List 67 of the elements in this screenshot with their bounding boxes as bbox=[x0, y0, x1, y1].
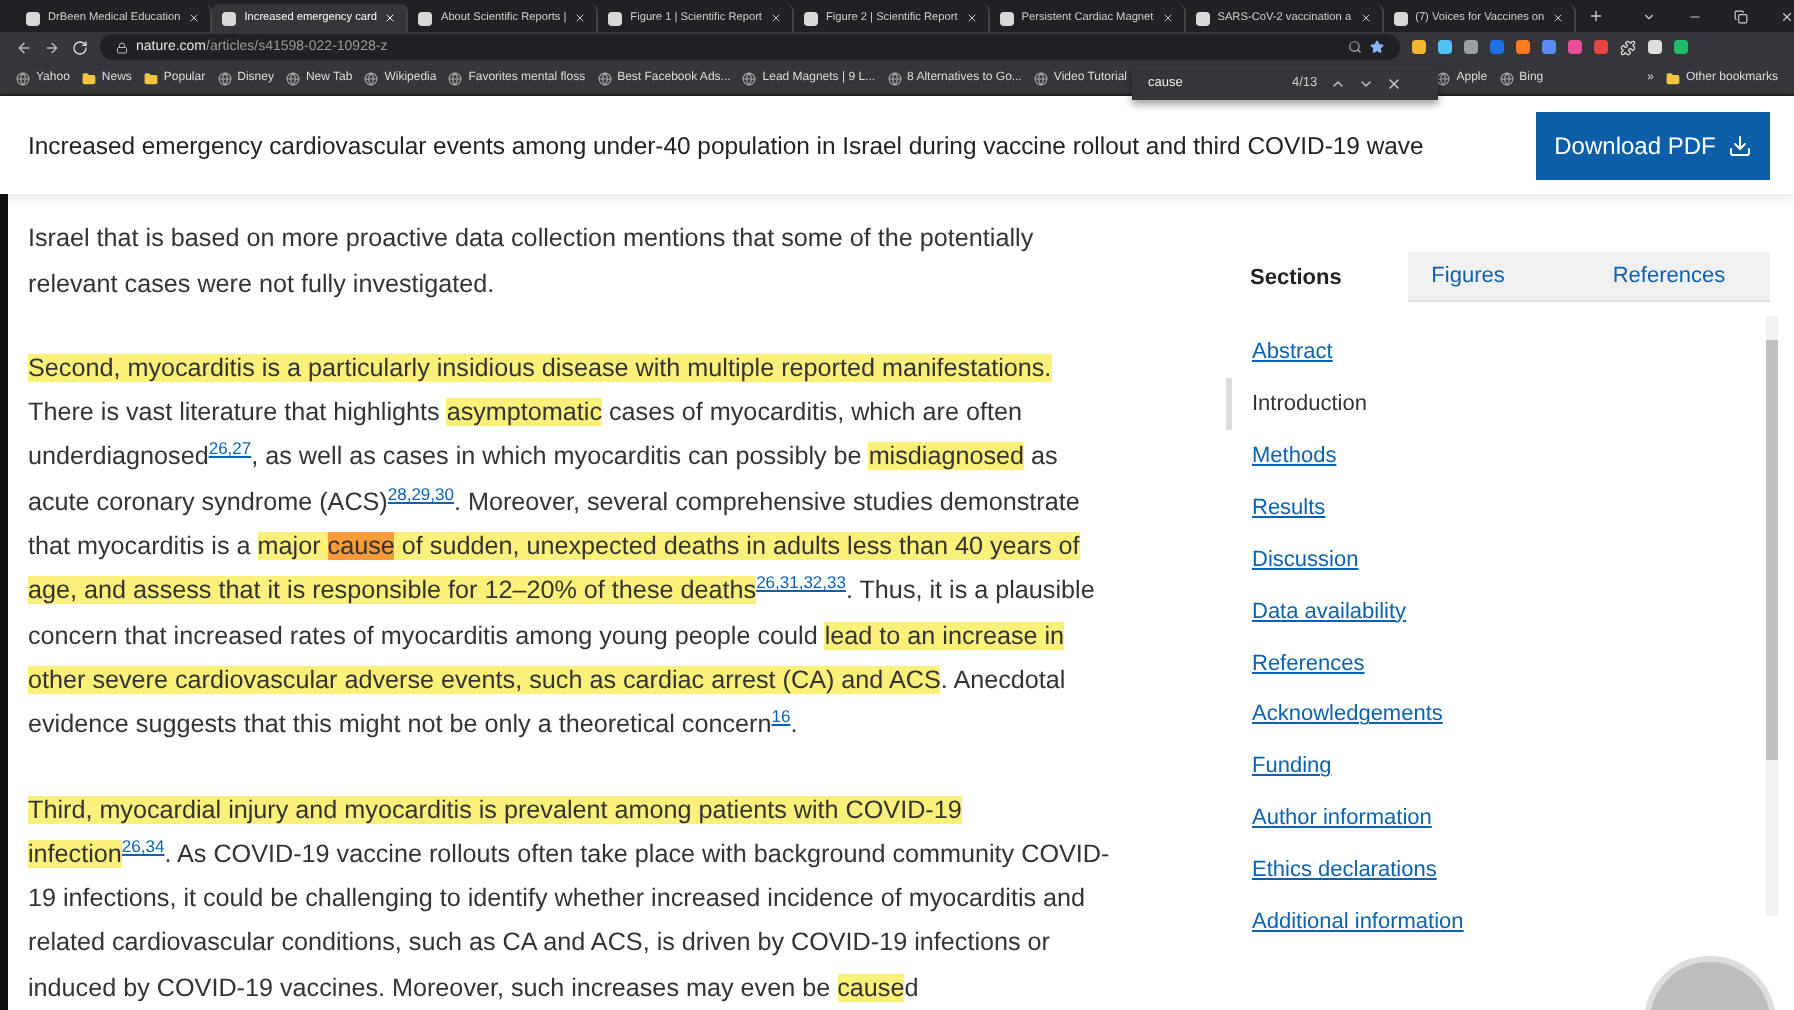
back-icon[interactable] bbox=[16, 39, 32, 56]
sidebar-tab[interactable]: Figures bbox=[1407, 252, 1589, 303]
puzzle-icon[interactable] bbox=[1620, 39, 1636, 56]
folder-icon bbox=[81, 71, 96, 86]
article-title: Increased emergency cardiovascular events among under-40 population in Israel during vaccine rollout and third COVID-19 wave bbox=[28, 131, 1424, 160]
forward-icon[interactable] bbox=[44, 39, 60, 56]
globe-icon bbox=[597, 71, 612, 86]
section-link[interactable]: Discussion bbox=[1226, 533, 1770, 586]
section-link[interactable]: Abstract bbox=[1226, 326, 1770, 379]
close-icon[interactable] bbox=[769, 12, 782, 24]
download-icon bbox=[1727, 133, 1752, 158]
globe-icon bbox=[217, 71, 232, 86]
section-link[interactable]: Funding bbox=[1226, 740, 1770, 793]
folder-icon bbox=[143, 71, 158, 86]
article-paragraph: Third, myocardial injury and myocarditis is prevalent among patients with COVID-19 infection$^{26,34}$. As COVID-19 vaccine rollouts often take place with background community COVID-19 infections, it could be challenging to identify whether increased incidence of myocarditis and related cardiovascular conditions, such as CA and ACS, is driven by COVID-19 infections or induced by COVID-19 vaccines. Moreover, such increases may even be caused bbox=[28, 793, 1112, 1006]
restore-icon[interactable] bbox=[1734, 9, 1748, 23]
citation-link[interactable]: 28,29,30 bbox=[387, 483, 454, 504]
close-icon[interactable] bbox=[574, 12, 587, 24]
favicon-icon bbox=[608, 11, 623, 25]
close-icon[interactable] bbox=[1385, 75, 1402, 91]
favicon-icon bbox=[222, 11, 237, 25]
close-icon[interactable] bbox=[965, 12, 978, 24]
download-pdf-button[interactable]: Download PDF bbox=[1536, 111, 1770, 180]
favicon-icon bbox=[1195, 11, 1210, 25]
globe-icon bbox=[887, 71, 902, 86]
favicon-icon bbox=[26, 11, 40, 25]
section-link[interactable]: Ethics declarations bbox=[1226, 844, 1770, 897]
star-icon[interactable] bbox=[1370, 40, 1384, 55]
zoom-icon[interactable] bbox=[1348, 40, 1362, 55]
globe-icon bbox=[1436, 71, 1451, 86]
globe-icon bbox=[1033, 71, 1048, 86]
sidebar-tab[interactable]: Sections bbox=[1226, 252, 1408, 303]
article-paragraph: Second, myocarditis is a particularly insidious disease with multiple reported manifestations. There is vast literature that highlights asymptomatic cases of myocarditis, which are often underdiagnosed$^{26,27}$, as well as cases in which myocarditis can possibly be misdiagnosed as acute coronary syndrome (ACS)$^{28,29,30}$. Moreover, several comprehensive studies demonstrate that myocarditis is a major cause of sudden, unexpected deaths in adults less than 40 years of age, and assess that it is responsible for 12–20% of these deaths$^{26,31,32,33}$. Thus, it is a plausible concern that increased rates of myocarditis among young people could lead to an increase in other severe cardiovascular adverse events, such as cardiac arrest (CA) and ACS. Anecdotal evidence suggests that this might not be only a theoretical concern$^{16}$. bbox=[28, 351, 1097, 743]
citation-link[interactable]: 26,34 bbox=[121, 835, 165, 856]
chevron-down-icon[interactable] bbox=[1642, 9, 1656, 23]
section-link[interactable]: Additional information bbox=[1226, 896, 1770, 948]
favicon-icon bbox=[1393, 11, 1408, 25]
citation-link[interactable]: 16 bbox=[771, 706, 791, 727]
scrollbar[interactable] bbox=[1766, 316, 1778, 917]
globe-icon bbox=[364, 71, 379, 86]
section-link[interactable]: References bbox=[1226, 637, 1770, 689]
section-link[interactable]: Acknowledgements bbox=[1226, 688, 1770, 741]
globe-icon bbox=[1499, 71, 1514, 86]
close-icon[interactable] bbox=[1359, 12, 1372, 24]
globe-icon bbox=[448, 71, 463, 86]
globe-icon bbox=[742, 71, 757, 86]
folder-icon bbox=[1665, 71, 1680, 86]
close-icon[interactable] bbox=[188, 12, 201, 24]
section-link[interactable]: Data availability bbox=[1226, 585, 1770, 638]
lock-icon bbox=[116, 41, 128, 54]
close-icon[interactable] bbox=[1161, 12, 1174, 24]
article-paragraph: Israel that is based on more proactive data collection mentions that some of the potentially relevant cases were not fully investigated. bbox=[28, 222, 1036, 302]
close-icon[interactable] bbox=[1780, 9, 1794, 23]
profile-icon[interactable] bbox=[1674, 40, 1688, 55]
section-link[interactable]: Methods bbox=[1226, 430, 1770, 482]
favicon-icon bbox=[999, 11, 1014, 25]
globe-icon bbox=[16, 71, 30, 86]
reload-icon[interactable] bbox=[72, 39, 88, 56]
favicon-icon bbox=[803, 11, 818, 25]
plus-icon[interactable] bbox=[1588, 8, 1605, 24]
globe-icon bbox=[285, 71, 300, 86]
favicon-icon bbox=[418, 11, 433, 25]
citation-link[interactable]: 26,31,32,33 bbox=[756, 572, 846, 593]
section-link[interactable]: Results bbox=[1226, 481, 1770, 534]
section-link[interactable]: Author information bbox=[1226, 792, 1770, 845]
citation-link[interactable]: 26,27 bbox=[208, 438, 252, 459]
close-icon[interactable] bbox=[1552, 12, 1565, 24]
